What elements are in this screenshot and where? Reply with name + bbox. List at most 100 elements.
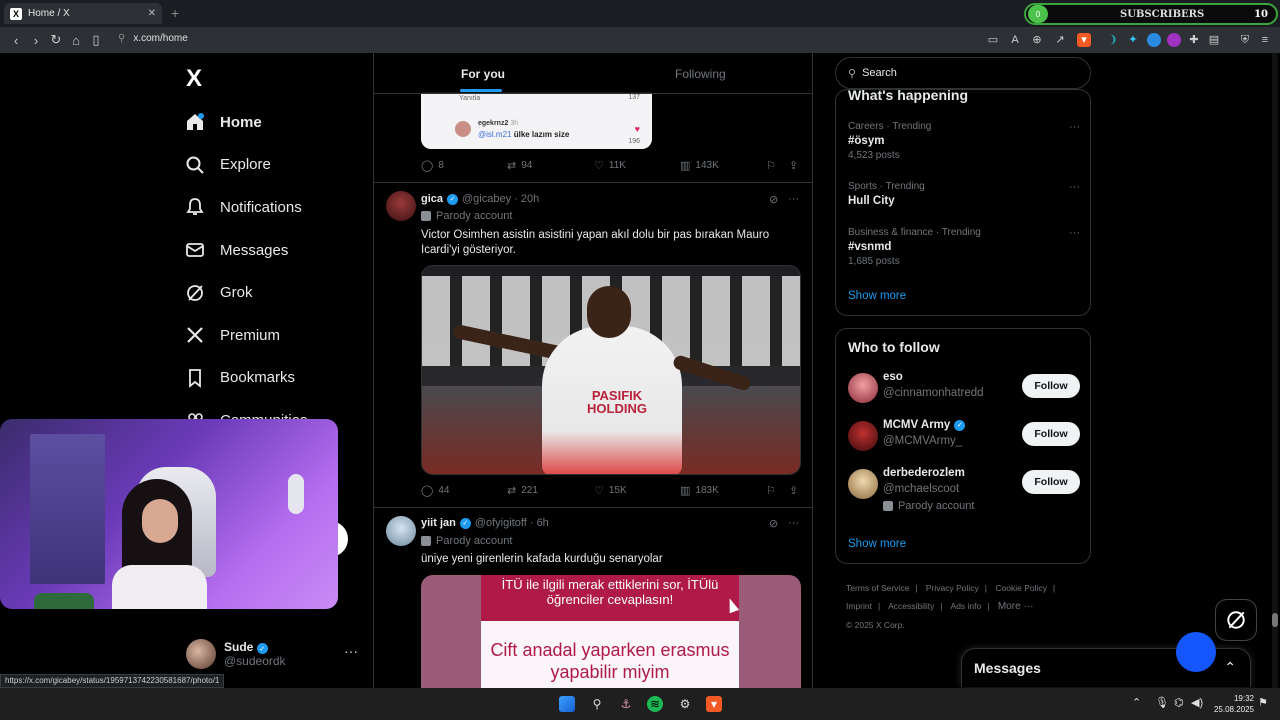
grok-fab-button[interactable] [1215, 599, 1257, 641]
chevron-up-icon[interactable]: ⌃ [1132, 696, 1141, 709]
tweet-time[interactable]: · 20h [514, 193, 539, 205]
nav-bookmarks[interactable]: Bookmarks [184, 357, 308, 400]
system-clock[interactable]: 19:32 25.08.2025 [1206, 693, 1254, 715]
extension-icon[interactable] [1167, 33, 1181, 47]
site-info-icon[interactable]: ⚲ [118, 33, 125, 44]
home-icon[interactable]: ⌂ [66, 33, 86, 48]
tweet-time[interactable]: · 6h [530, 517, 549, 529]
tweet-photo[interactable]: İTÜ ile ilgili merak ettiklerini sor, İT… [421, 575, 801, 688]
tweet-photo[interactable]: PASIFIK HOLDING [421, 265, 801, 475]
nav-premium[interactable]: Premium [184, 314, 308, 357]
chevron-up-icon[interactable]: ⌃ [1224, 659, 1236, 676]
new-tab-button[interactable]: + [171, 5, 179, 21]
avatar[interactable] [386, 516, 416, 546]
follow-button[interactable]: Follow [1022, 470, 1080, 494]
tweet-author-handle[interactable]: @ofyigitoff [475, 517, 527, 529]
views-button[interactable]: ▥ 143K [680, 159, 719, 172]
brave-shield-icon[interactable]: ▾ [1077, 33, 1091, 47]
trend-item[interactable]: Business & finance · Trending #vsnmd 1,6… [848, 227, 1080, 267]
follow-suggestion[interactable]: MCMV Army ✓ @MCMVArmy_ Follow [848, 419, 1080, 453]
notification-icon[interactable]: ⚑ [1258, 696, 1268, 709]
share-icon[interactable]: ↗ [1053, 33, 1067, 47]
tweet-author-name[interactable]: yiit jan [421, 517, 456, 529]
x-logo[interactable]: X [186, 65, 202, 93]
grok-icon[interactable]: ⊘ [769, 517, 778, 530]
footer-link[interactable]: More ··· [998, 601, 1034, 612]
footer-link[interactable]: Imprint [846, 601, 872, 611]
app-icon[interactable]: ⚙ [677, 696, 693, 712]
show-more-link[interactable]: Show more [848, 290, 906, 302]
forward-icon[interactable]: › [26, 33, 46, 48]
tweet-author-name[interactable]: gica [421, 193, 443, 205]
footer-link[interactable]: Accessibility [888, 601, 934, 611]
bookmark-button[interactable]: ⚐ [766, 159, 781, 172]
more-icon[interactable]: ··· [1069, 181, 1080, 193]
microphone-icon[interactable]: 🎙 [1155, 696, 1169, 709]
url-field[interactable]: ⚲ x.com/home [118, 33, 188, 44]
nav-messages[interactable]: Messages [184, 229, 308, 272]
browser-tab[interactable]: X Home / X ✕ [4, 3, 162, 24]
tweet-author-handle[interactable]: @gicabey [462, 193, 511, 205]
puzzle-icon[interactable]: ✚ [1187, 33, 1201, 47]
brave-icon[interactable]: ▾ [706, 696, 722, 712]
more-icon[interactable]: ··· [1069, 227, 1080, 239]
trend-item[interactable]: Careers · Trending #ösym 4,523 posts ··· [848, 121, 1080, 161]
bookmark-button[interactable]: ⚐ [766, 484, 781, 497]
nav-grok[interactable]: Grok [184, 271, 308, 314]
show-more-link[interactable]: Show more [848, 538, 906, 550]
nav-home[interactable]: Home [184, 101, 308, 144]
extension-icon[interactable]: ✦ [1126, 33, 1140, 47]
tweet-photo[interactable]: Yanıtla 137 egekrnz2 3h @isl.m21 ülke la… [421, 92, 652, 149]
grok-icon[interactable]: ⊘ [769, 193, 778, 206]
like-button[interactable]: ♡ 11K [594, 159, 626, 172]
tab-following[interactable]: Following [675, 67, 726, 81]
footer-link[interactable]: Cookie Policy [995, 583, 1047, 593]
follow-button[interactable]: Follow [1022, 422, 1080, 446]
spotify-icon[interactable]: ≋ [647, 696, 663, 712]
trend-item[interactable]: Sports · Trending Hull City ··· [848, 181, 1080, 207]
nav-notifications[interactable]: Notifications [184, 186, 308, 229]
footer-link[interactable]: Privacy Policy [926, 583, 979, 593]
reply-button[interactable]: ◯ 8 [421, 159, 444, 172]
more-icon[interactable]: ··· [788, 193, 799, 206]
zoom-icon[interactable]: ⊕ [1030, 33, 1044, 47]
more-icon[interactable]: ··· [1069, 121, 1080, 133]
close-tab-icon[interactable]: ✕ [148, 8, 156, 19]
vpn-icon[interactable]: ⛨ [1238, 33, 1252, 47]
footer-link[interactable]: Ads info [951, 601, 982, 611]
tab-for-you[interactable]: For you [461, 67, 505, 81]
repost-button[interactable]: ⇄ 221 [507, 484, 538, 497]
network-icon[interactable]: ⌬ [1174, 696, 1184, 709]
translate-icon[interactable]: A [1008, 33, 1022, 47]
share-button[interactable]: ⇪ [789, 159, 803, 172]
reply-button[interactable]: ◯ 44 [421, 484, 449, 497]
bookmark-page-icon[interactable]: ▯ [86, 32, 106, 48]
extension-icon[interactable]: ❩ [1106, 33, 1120, 47]
menu-icon[interactable]: ≡ [1258, 33, 1272, 47]
account-switcher[interactable]: Sude ✓ @sudeordk ··· [186, 639, 358, 669]
search-input[interactable]: ⚲ Search [835, 57, 1091, 89]
volume-icon[interactable]: ◀) [1191, 696, 1203, 709]
like-button[interactable]: ♡ 15K [594, 484, 627, 497]
windows-start-icon[interactable] [559, 696, 575, 712]
app-icon[interactable]: ⚓ [618, 696, 634, 712]
follow-suggestion[interactable]: eso @cinnamonhatredd Follow [848, 371, 1080, 405]
extension-icon[interactable] [1147, 33, 1161, 47]
page-scrollbar[interactable] [1272, 53, 1278, 688]
footer-link[interactable]: Terms of Service [846, 583, 909, 593]
search-icon[interactable]: ⚲ [589, 696, 605, 712]
more-icon[interactable]: ··· [344, 643, 358, 659]
reload-icon[interactable]: ↻ [46, 32, 66, 48]
nav-explore[interactable]: Explore [184, 144, 308, 187]
follow-button[interactable]: Follow [1022, 374, 1080, 398]
sidebar-icon[interactable]: ▤ [1207, 33, 1221, 47]
views-button[interactable]: ▥ 183K [680, 484, 719, 497]
follow-suggestion[interactable]: derbederozlem @mchaelscoot Parody accoun… [848, 467, 1080, 519]
repost-button[interactable]: ⇄ 94 [507, 159, 532, 172]
share-button[interactable]: ⇪ [789, 484, 803, 497]
screen-icon[interactable]: ▭ [986, 33, 1000, 47]
more-icon[interactable]: ··· [788, 517, 799, 530]
scrollbar-thumb[interactable] [1272, 613, 1278, 627]
back-icon[interactable]: ‹ [6, 33, 26, 48]
avatar[interactable] [386, 191, 416, 221]
